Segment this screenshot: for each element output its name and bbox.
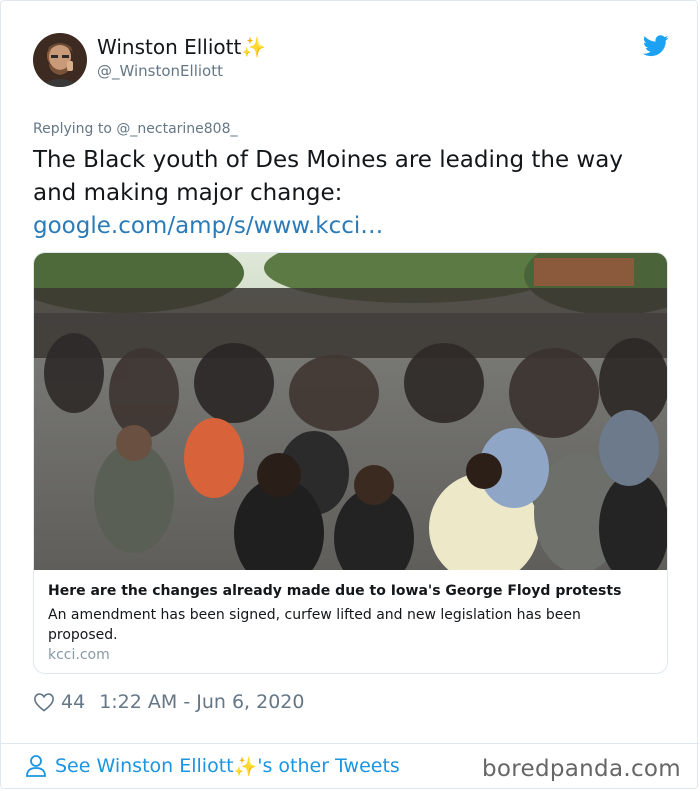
avatar[interactable]	[33, 33, 87, 87]
person-icon	[26, 755, 46, 777]
display-name-text: Winston Elliott	[97, 35, 242, 59]
tweet-card: Winston Elliott✨ @_WinstonElliott Replyi…	[0, 0, 699, 789]
tweet-timestamp[interactable]: 1:22 AM - Jun 6, 2020	[99, 691, 304, 713]
replying-prefix: Replying to	[33, 121, 112, 137]
footer-divider	[1, 743, 699, 744]
tweet-meta: 44 1:22 AM - Jun 6, 2020	[33, 691, 304, 713]
tweet-body: The Black youth of Des Moines are leadin…	[33, 147, 623, 206]
footer-suffix: 's other Tweets	[257, 755, 400, 777]
sparkles-icon: ✨	[233, 755, 258, 778]
tweet-text: The Black youth of Des Moines are leadin…	[33, 144, 673, 243]
link-preview-card[interactable]: Here are the changes already made due to…	[33, 252, 668, 674]
article-description: An amendment has been signed, curfew lif…	[48, 607, 581, 643]
heart-icon[interactable]	[33, 692, 55, 712]
footer-prefix: See Winston Elliott	[55, 755, 234, 777]
watermark: boredpanda.com	[482, 756, 681, 782]
display-name[interactable]: Winston Elliott✨	[97, 35, 266, 59]
article-photo	[34, 253, 667, 570]
see-other-tweets-link[interactable]: See Winston Elliott ✨'s other Tweets	[25, 754, 400, 778]
sparkles-icon: ✨	[241, 35, 267, 59]
article-domain: kcci.com	[48, 647, 110, 663]
like-count: 44	[61, 691, 86, 713]
replying-to: Replying to @_nectarine808_	[33, 121, 238, 137]
user-handle[interactable]: @_WinstonElliott	[97, 62, 223, 80]
twitter-bird-icon[interactable]	[643, 35, 669, 57]
article-title: Here are the changes already made due to…	[48, 583, 622, 599]
reply-mention-link[interactable]: @_nectarine808_	[116, 121, 237, 137]
tweet-link[interactable]: google.com/amp/s/www.kcci…	[33, 210, 673, 243]
